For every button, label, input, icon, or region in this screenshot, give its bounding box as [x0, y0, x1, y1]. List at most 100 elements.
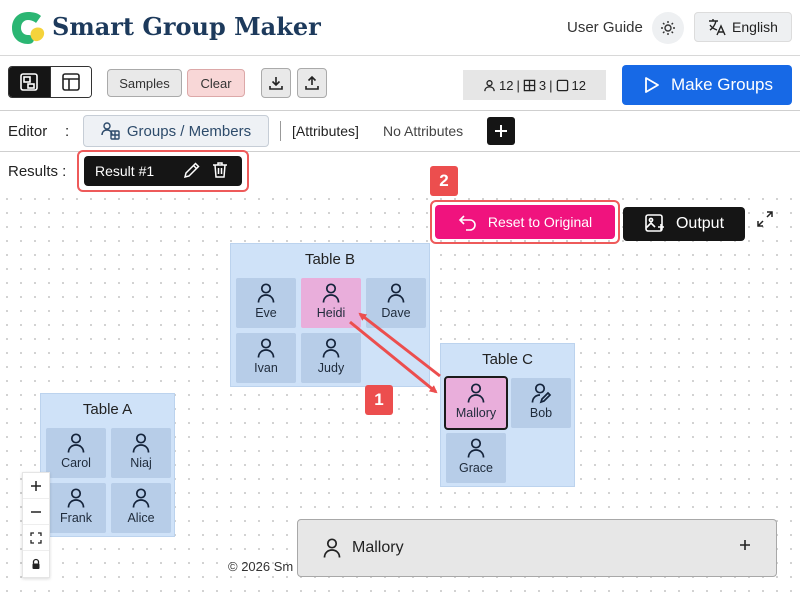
stats-members: 12 [499, 77, 514, 93]
language-button[interactable]: English [694, 12, 792, 42]
trash-icon [210, 160, 230, 180]
member-dave[interactable]: Dave [366, 278, 426, 328]
layout-canvas-icon [19, 72, 39, 92]
result-tab-label: Result #1 [95, 163, 155, 179]
reset-label: Reset to Original [487, 214, 593, 230]
member-grace[interactable]: Grace [446, 433, 506, 483]
stats-summary: 12 | 3 | 12 [463, 70, 606, 100]
grid-icon [523, 79, 536, 92]
zoom-in-button[interactable] [23, 473, 49, 499]
person-icon [131, 487, 151, 509]
table-title: Table B [304, 251, 356, 268]
member-name: Eve [255, 306, 277, 320]
member-name: Ivan [254, 361, 278, 375]
person-icon [66, 432, 86, 454]
make-groups-button[interactable]: Make Groups [622, 65, 792, 105]
undo-icon [458, 213, 478, 231]
member-heidi[interactable]: Heidi [301, 278, 361, 328]
person-icon [256, 282, 276, 304]
table-a[interactable]: Table A Carol Niaj Frank Alice [40, 393, 175, 537]
person-icon [321, 337, 341, 359]
clear-button[interactable]: Clear [187, 69, 245, 97]
person-icon [256, 337, 276, 359]
member-niaj[interactable]: Niaj [111, 428, 171, 478]
member-judy[interactable]: Judy [301, 333, 361, 383]
editor-colon: : [65, 123, 70, 140]
member-bob[interactable]: Bob [511, 378, 571, 428]
samples-button[interactable]: Samples [107, 69, 182, 97]
app-header: Smart Group Maker User Guide English [0, 0, 800, 56]
make-groups-label: Make Groups [670, 75, 774, 94]
member-name: Judy [317, 361, 345, 375]
groups-members-button[interactable]: Groups / Members [83, 115, 269, 147]
groups-members-label: Groups / Members [126, 122, 252, 140]
person-edit-icon [530, 382, 552, 404]
output-button[interactable]: Output [623, 207, 745, 241]
stats-seats: 12 [571, 77, 586, 93]
member-name: Mallory [455, 406, 497, 420]
table-view-button[interactable] [49, 67, 91, 97]
fit-view-icon [30, 531, 42, 544]
view-mode-toggle [8, 66, 92, 98]
app-logo-icon [10, 8, 46, 48]
person-icon [483, 79, 496, 92]
member-name: Niaj [130, 456, 152, 470]
table-title: Table C [482, 351, 533, 368]
member-name: Alice [127, 511, 155, 525]
table-b[interactable]: Table B Eve Heidi Dave Ivan Judy [230, 243, 430, 387]
fullscreen-button[interactable] [756, 210, 774, 228]
stats-tables: 3 [538, 77, 547, 93]
reset-to-original-button[interactable]: Reset to Original [435, 205, 615, 239]
member-name: Grace [458, 461, 494, 475]
person-icon [66, 487, 86, 509]
play-icon [641, 75, 661, 95]
download-button[interactable] [261, 68, 291, 98]
member-name: Frank [60, 511, 92, 525]
zoom-controls [22, 472, 50, 578]
results-label: Results : [8, 163, 67, 180]
rename-result-button[interactable] [182, 160, 202, 180]
delete-result-button[interactable] [210, 160, 230, 180]
copyright-text: © 2026 Sm [228, 559, 294, 574]
step-badge-1: 1 [365, 385, 393, 415]
stats-separator: | [549, 77, 553, 93]
upload-button[interactable] [297, 68, 327, 98]
upload-icon [304, 75, 320, 91]
lock-button[interactable] [23, 551, 49, 577]
person-icon [131, 432, 151, 454]
no-attributes-label: No Attributes [383, 123, 464, 139]
fit-view-button[interactable] [23, 525, 49, 551]
member-name: Bob [529, 406, 553, 420]
language-label: English [732, 19, 778, 35]
person-icon [322, 537, 342, 559]
person-icon [466, 382, 486, 404]
download-icon [268, 75, 284, 91]
member-frank[interactable]: Frank [46, 483, 106, 533]
dragged-member-card[interactable]: Mallory [297, 519, 777, 577]
member-name: Dave [381, 306, 411, 320]
editor-divider [280, 121, 281, 141]
attributes-label: [Attributes] [292, 123, 359, 139]
stats-separator: | [516, 77, 520, 93]
member-mallory[interactable]: Mallory [444, 376, 508, 430]
member-ivan[interactable]: Ivan [236, 333, 296, 383]
person-icon [386, 282, 406, 304]
canvas-view-button[interactable] [9, 67, 50, 97]
user-guide-link[interactable]: User Guide [567, 19, 643, 36]
zoom-out-button[interactable] [23, 499, 49, 525]
app-title: Smart Group Maker [52, 12, 321, 41]
table-title: Table A [82, 401, 133, 418]
member-alice[interactable]: Alice [111, 483, 171, 533]
table-c[interactable]: Table C Mallory Bob Grace [440, 343, 575, 487]
person-icon [466, 437, 486, 459]
member-carol[interactable]: Carol [46, 428, 106, 478]
lock-icon [30, 558, 42, 570]
theme-toggle-button[interactable] [652, 12, 684, 44]
person-icon [321, 282, 341, 304]
add-attribute-button[interactable] [487, 117, 515, 145]
editor-label: Editor [8, 123, 48, 140]
layout-table-icon [61, 72, 81, 92]
member-eve[interactable]: Eve [236, 278, 296, 328]
expand-card-plus-icon[interactable] [738, 538, 752, 552]
dragged-member-name: Mallory [352, 539, 404, 556]
